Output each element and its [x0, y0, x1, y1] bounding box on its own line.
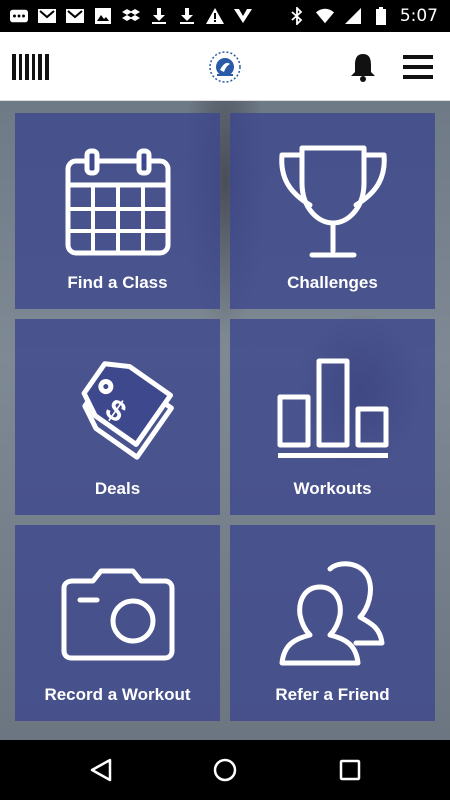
clock: 5:07	[399, 6, 438, 26]
dropbox-icon	[122, 7, 140, 25]
tile-refer-a-friend[interactable]: Refer a Friend	[230, 525, 435, 721]
home-icon[interactable]	[212, 757, 238, 783]
tile-challenges[interactable]: Challenges	[230, 113, 435, 309]
tile-label: Workouts	[293, 479, 372, 498]
tile-label: Challenges	[287, 273, 378, 292]
warning-icon	[206, 7, 224, 25]
recents-icon[interactable]	[337, 757, 363, 783]
gmail-icon	[38, 7, 56, 25]
bluetooth-icon	[288, 7, 306, 25]
tile-record-a-workout[interactable]: Record a Workout	[15, 525, 220, 721]
tile-label: Refer a Friend	[275, 685, 390, 704]
tile-deals[interactable]: $ Deals	[15, 319, 220, 515]
barcode-icon[interactable]	[12, 54, 50, 80]
ymca-icon	[234, 7, 252, 25]
system-icons: 5:07	[288, 6, 450, 26]
tile-label: Find a Class	[67, 273, 168, 292]
menu-icon[interactable]	[403, 54, 433, 80]
tile-find-a-class[interactable]: Find a Class	[15, 113, 220, 309]
download-icon	[178, 7, 196, 25]
battery-icon	[372, 7, 390, 25]
tile-label: Record a Workout	[44, 685, 191, 704]
gmail-icon	[66, 7, 84, 25]
tile-workouts[interactable]: Workouts	[230, 319, 435, 515]
tile-label: Deals	[94, 479, 141, 498]
back-icon[interactable]	[88, 757, 114, 783]
bell-icon[interactable]	[349, 52, 377, 82]
status-bar: 5:07	[0, 0, 450, 32]
download-icon	[150, 7, 168, 25]
dashboard-grid: Find a Class Challenges $ Deals Workouts…	[0, 101, 450, 740]
navigation-bar	[0, 740, 450, 800]
image-icon	[94, 7, 112, 25]
wifi-icon	[315, 7, 334, 25]
cellular-signal-icon	[344, 7, 362, 25]
app-bar	[0, 32, 450, 101]
notification-icons	[0, 7, 288, 25]
more-icon	[10, 7, 28, 25]
ymca-logo	[208, 50, 242, 84]
